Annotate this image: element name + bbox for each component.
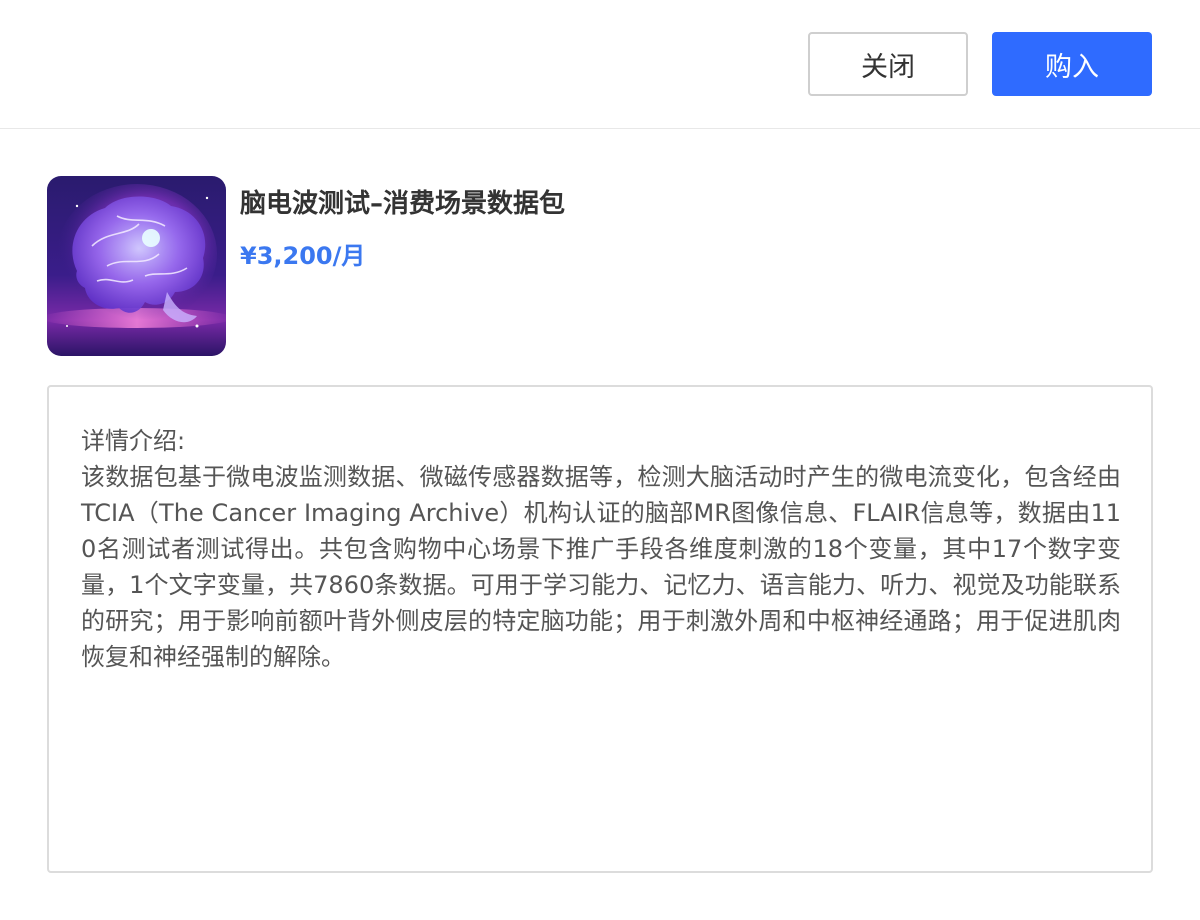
buy-button[interactable]: 购入	[992, 32, 1152, 96]
product-price: ¥3,200/月	[240, 242, 366, 270]
brain-image-icon	[47, 176, 226, 356]
detail-description: 该数据包基于微电波监测数据、微磁传感器数据等，检测大脑活动时产生的微电流变化，包…	[81, 463, 1121, 671]
top-action-bar: 关闭 购入	[0, 0, 1200, 129]
detail-heading: 详情介绍:	[81, 427, 186, 455]
product-title: 脑电波测试–消费场景数据包	[240, 189, 566, 219]
detail-panel: 详情介绍: 该数据包基于微电波监测数据、微磁传感器数据等，检测大脑活动时产生的微…	[47, 385, 1153, 873]
product-image	[47, 176, 226, 356]
close-button[interactable]: 关闭	[808, 32, 968, 96]
